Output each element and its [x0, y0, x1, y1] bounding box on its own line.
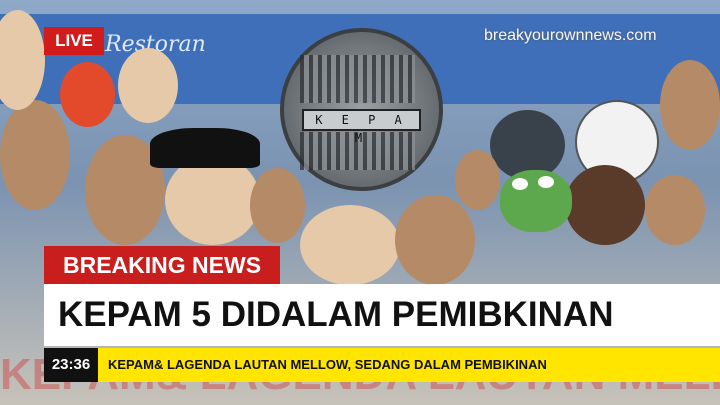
collage-face — [165, 155, 260, 245]
breaking-news-label: BREAKING NEWS — [62, 252, 262, 278]
collage-face — [455, 150, 500, 210]
live-badge: LIVE — [44, 27, 104, 55]
collage-face — [645, 175, 705, 245]
manhole-label: K E P A M — [302, 109, 421, 145]
collage-face — [0, 100, 70, 210]
collage-face — [118, 48, 178, 123]
collage-face — [300, 205, 400, 285]
watermark: breakyourownnews.com — [484, 27, 657, 44]
frog-icon — [500, 170, 572, 232]
headline: KEPAM 5 DIDALAM PEMIBKINAN — [58, 295, 614, 334]
collage-hat — [150, 128, 260, 168]
collage-face — [660, 60, 720, 150]
collage-face — [60, 62, 115, 127]
ticker-text: KEPAM& LAGENDA LAUTAN MELLOW, SEDANG DAL… — [108, 357, 547, 372]
collage-face — [250, 168, 305, 243]
collage-face — [565, 165, 645, 245]
collage-face — [395, 195, 475, 285]
ticker-time: 23:36 — [44, 348, 98, 382]
manhole-grate — [300, 55, 415, 103]
